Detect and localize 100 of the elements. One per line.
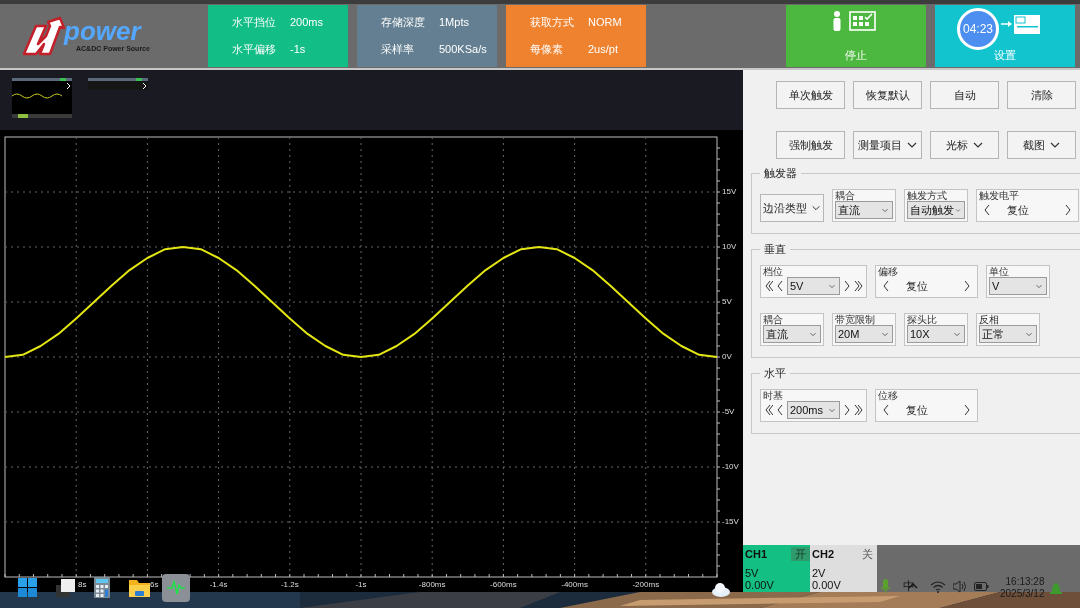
chevron-left-icon[interactable] [882, 280, 890, 292]
checklist-icon [849, 11, 876, 31]
control-label: 耦合 [835, 190, 856, 201]
channel-card[interactable]: CH2 关 2V 0.00V [810, 545, 877, 592]
control-label: 档位 [763, 266, 784, 277]
info-label: 水平偏移 [232, 42, 277, 58]
dropdown-button[interactable]: 边沿类型 [760, 194, 824, 222]
control-label: 位移 [878, 390, 899, 401]
chevron-left-icon[interactable] [983, 204, 991, 216]
info-value: 2us/pt [588, 42, 618, 58]
group-title: 水平 [760, 366, 790, 380]
stepper-value: 复位 [906, 402, 928, 418]
info-label: 存储深度 [381, 15, 426, 31]
stepper-value: 复位 [1007, 202, 1029, 218]
channel-scale: 5V [745, 567, 760, 579]
axis-label: 6s [150, 581, 159, 589]
wifi-icon[interactable] [930, 580, 946, 593]
control-label: 触发电平 [979, 190, 1020, 201]
action-button[interactable]: 清除 [1007, 81, 1076, 109]
chevron-right-icon[interactable] [963, 404, 971, 416]
select-field[interactable]: 直流 [763, 325, 821, 343]
control-label: 偏移 [878, 266, 899, 277]
axis-label: -5V [722, 408, 735, 416]
axis-label: -15V [722, 518, 739, 526]
axis-label: -10V [722, 463, 739, 471]
axis-label: -1.4s [209, 581, 228, 589]
speaker-icon[interactable] [953, 580, 967, 593]
stepper-value: 复位 [906, 278, 928, 294]
select-field[interactable]: 直流 [835, 201, 893, 219]
axis-label: 15V [722, 188, 737, 196]
chevron-left-icon[interactable] [776, 404, 784, 416]
display-icon [1001, 13, 1041, 35]
double-chevron-right-icon[interactable] [854, 280, 864, 292]
select-field[interactable]: 5V [787, 277, 840, 295]
action-button[interactable]: 恢复默认 [853, 81, 922, 109]
control-label: 反相 [979, 314, 1000, 325]
axis-label: -1s [355, 581, 367, 589]
select-field[interactable]: 自动触发 [907, 201, 965, 219]
action-button[interactable]: 单次触发 [776, 81, 845, 109]
channel-state[interactable]: 关 [858, 547, 877, 561]
group-title: 触发器 [760, 166, 801, 180]
chevron-right-icon[interactable] [843, 280, 851, 292]
pulse-icon [167, 579, 185, 597]
dropdown-button[interactable]: 截图 [1007, 131, 1076, 159]
calculator-icon[interactable] [94, 577, 110, 598]
channel-scale: 2V [812, 567, 827, 579]
chevron-right-icon[interactable] [1064, 204, 1072, 216]
person-icon [833, 11, 841, 31]
axis-label: -200ms [632, 581, 660, 589]
windows-icon[interactable] [56, 579, 75, 597]
channel-card[interactable]: CH1 开 5V 0.00V [743, 545, 810, 592]
axis-label: -800ms [418, 581, 446, 589]
channel-name: CH1 [745, 548, 767, 560]
axis-label: -600ms [490, 581, 517, 589]
group-title: 垂直 [760, 242, 790, 256]
select-field[interactable]: 200ms [787, 401, 840, 419]
info-value: 1Mpts [439, 15, 469, 31]
control-label: 触发方式 [907, 190, 948, 201]
control-label: 时基 [763, 390, 784, 401]
start-icon[interactable] [18, 578, 37, 597]
select-field[interactable]: 20M [835, 325, 893, 343]
select-field[interactable]: 10X [907, 325, 965, 343]
double-chevron-left-icon[interactable] [763, 404, 773, 416]
chevron-left-icon[interactable] [776, 280, 784, 292]
info-label: 获取方式 [530, 15, 575, 31]
chevron-right-icon[interactable] [963, 280, 971, 292]
select-field[interactable]: 正常 [979, 325, 1037, 343]
double-chevron-right-icon[interactable] [854, 404, 864, 416]
folder-icon[interactable] [129, 578, 150, 597]
battery-icon[interactable] [974, 582, 989, 591]
info-value: 200ms [290, 15, 324, 31]
axis-label: -400ms [561, 581, 588, 589]
info-value: -1s [290, 42, 306, 58]
info-label: 采样率 [381, 42, 415, 58]
control-label: 耦合 [763, 314, 784, 325]
axis-label: 5V [722, 298, 732, 306]
info-value: NORM [588, 15, 622, 31]
info-label: 每像素 [530, 42, 564, 58]
logo-text: power [64, 17, 143, 44]
axis-label: 10V [722, 243, 737, 251]
clock-badge: 04:23 [957, 8, 999, 50]
axis-label: 0V [722, 353, 732, 361]
control-label: 带宽限制 [835, 314, 876, 325]
action-button[interactable]: 强制触发 [776, 131, 845, 159]
dropdown-button[interactable]: 测量项目 [853, 131, 922, 159]
chevron-left-icon[interactable] [882, 404, 890, 416]
select-field[interactable]: V [989, 277, 1047, 295]
dropdown-button[interactable]: 光标 [930, 131, 999, 159]
chevron-down-icon [811, 203, 821, 213]
double-chevron-left-icon[interactable] [763, 280, 773, 292]
axis-label: -1.2s [280, 581, 299, 589]
info-label: 水平挡位 [232, 15, 277, 31]
channel-state[interactable]: 开 [791, 547, 810, 561]
channel-name: CH2 [812, 548, 834, 560]
axis-label: 8s [78, 581, 87, 589]
action-button[interactable]: 自动 [930, 81, 999, 109]
cloud-icon[interactable] [711, 582, 731, 597]
chevron-right-icon[interactable] [843, 404, 851, 416]
control-label: 单位 [989, 266, 1010, 277]
info-value: 500KSa/s [439, 42, 487, 58]
